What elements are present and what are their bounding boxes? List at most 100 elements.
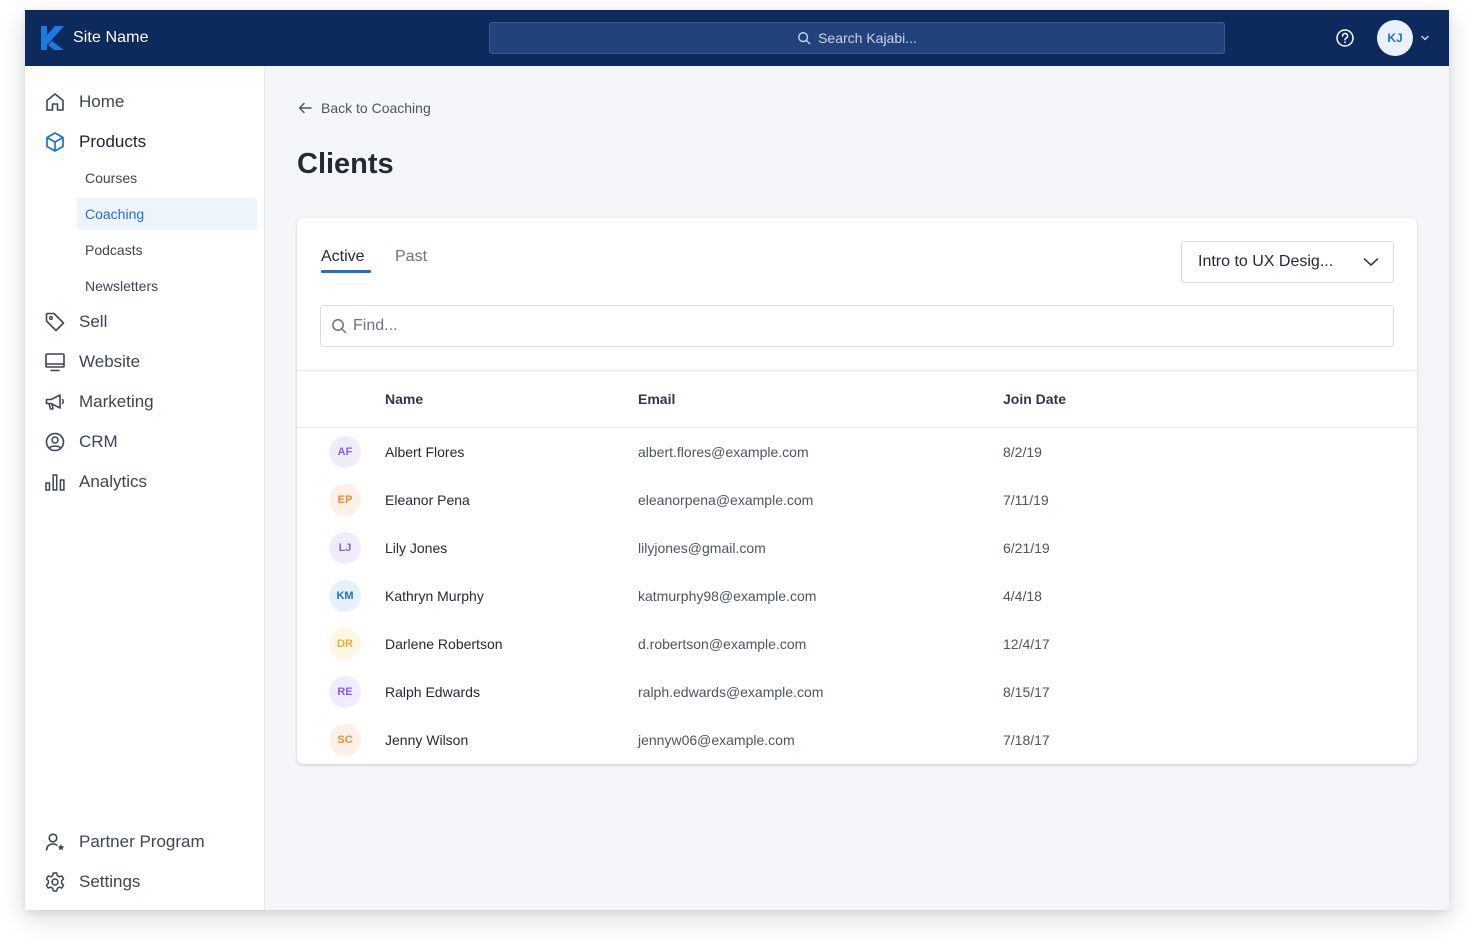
clients-card: Active Past Intro to UX Desig... Name Em… — [297, 218, 1417, 764]
megaphone-icon — [45, 394, 65, 410]
sidebar-item-label: Partner Program — [79, 832, 205, 851]
sidebar-item-sell[interactable]: Sell — [41, 306, 249, 338]
client-email: katmurphy98@example.com — [638, 588, 817, 604]
avatar: SC — [329, 724, 361, 756]
table-row[interactable]: SC Jenny Wilson jennyw06@example.com 7/18/1… — [297, 716, 1417, 764]
product-select-value: Intro to UX Desig... — [1198, 253, 1334, 270]
sidebar-subitem-newsletters[interactable]: Newsletters — [77, 270, 257, 302]
sidebar-item-settings[interactable]: Settings — [41, 866, 249, 898]
client-join-date: 12/4/17 — [1003, 636, 1050, 652]
search-icon — [798, 32, 811, 45]
chevron-down-icon — [1363, 258, 1379, 266]
avatar: EP — [329, 484, 361, 516]
back-link-label: Back to Coaching — [321, 100, 431, 116]
client-email: d.robertson@example.com — [638, 636, 807, 652]
home-icon — [46, 93, 64, 111]
monitor-icon — [45, 353, 65, 372]
top-bar: Site Name Search Kajabi... KJ — [25, 10, 1449, 66]
client-email: albert.flores@example.com — [638, 444, 809, 460]
box-icon — [46, 132, 64, 152]
client-join-date: 7/11/19 — [1003, 492, 1049, 508]
site-name: Site Name — [73, 29, 149, 46]
column-header-join-date[interactable]: Join Date — [1003, 391, 1066, 407]
find-field[interactable] — [320, 305, 1394, 347]
table-row[interactable]: KM Kathryn Murphy katmurphy98@example.com 4… — [297, 572, 1417, 620]
tag-icon — [45, 312, 65, 332]
client-name: Ralph Edwards — [385, 684, 480, 700]
tab-active[interactable]: Active — [321, 248, 365, 266]
table-row[interactable]: LJ Lily Jones lilyjones@gmail.com 6/21/19 — [297, 524, 1417, 572]
sidebar-item-label: Website — [79, 352, 141, 371]
sidebar: Home Products Courses Coaching Podcasts … — [25, 66, 265, 910]
sidebar-item-partner-program[interactable]: Partner Program — [41, 826, 249, 858]
client-join-date: 4/4/18 — [1003, 588, 1042, 604]
user-star-icon — [45, 833, 65, 851]
table-row[interactable]: EP Eleanor Pena eleanorpena@example.com 7/1… — [297, 476, 1417, 524]
avatar: RE — [329, 676, 361, 708]
global-search-placeholder: Search Kajabi... — [818, 30, 917, 46]
avatar: LJ — [329, 532, 361, 564]
table-row[interactable]: AF Albert Flores albert.flores@example.com… — [297, 428, 1417, 476]
sidebar-subitem-label: Podcasts — [85, 242, 143, 258]
client-name: Jenny Wilson — [385, 732, 469, 748]
avatar: DR — [329, 628, 361, 660]
kajabi-logo-icon — [41, 26, 64, 50]
client-name: Eleanor Pena — [385, 492, 470, 508]
client-email: jennyw06@example.com — [638, 732, 795, 748]
bar-chart-icon — [45, 474, 65, 491]
table-row[interactable]: DR Darlene Robertson d.robertson@example.c… — [297, 620, 1417, 668]
active-tab-indicator — [321, 270, 371, 273]
sidebar-subitem-coaching[interactable]: Coaching — [77, 198, 257, 230]
sidebar-item-website[interactable]: Website — [41, 346, 249, 378]
app-window: Site Name Search Kajabi... KJ Home Produ… — [25, 10, 1449, 910]
sidebar-subitem-courses[interactable]: Courses — [77, 162, 257, 194]
client-name: Lily Jones — [385, 540, 448, 556]
client-email: ralph.edwards@example.com — [638, 684, 824, 700]
sidebar-subitem-label: Coaching — [85, 206, 145, 222]
sidebar-item-label: Analytics — [79, 472, 148, 491]
client-name: Darlene Robertson — [385, 636, 503, 652]
back-to-coaching-link[interactable]: Back to Coaching — [297, 100, 431, 116]
avatar: AF — [329, 436, 361, 468]
brand[interactable]: Site Name — [41, 26, 149, 50]
sidebar-subitem-podcasts[interactable]: Podcasts — [77, 234, 257, 266]
gear-icon — [45, 872, 65, 892]
sidebar-item-label: Marketing — [79, 392, 154, 411]
sidebar-item-label: Settings — [79, 872, 141, 891]
client-join-date: 6/21/19 — [1003, 540, 1050, 556]
client-email: eleanorpena@example.com — [638, 492, 814, 508]
arrow-left-icon — [298, 102, 312, 114]
client-name: Albert Flores — [385, 444, 465, 460]
find-input[interactable] — [353, 317, 1373, 335]
sidebar-item-analytics[interactable]: Analytics — [41, 466, 249, 498]
sidebar-item-marketing[interactable]: Marketing — [41, 386, 249, 418]
sidebar-item-label: Sell — [79, 312, 108, 331]
client-join-date: 8/15/17 — [1003, 684, 1050, 700]
sidebar-item-label: Home — [79, 92, 125, 111]
chevron-down-icon[interactable] — [1420, 34, 1430, 42]
sidebar-item-products[interactable]: Products — [41, 126, 249, 158]
sidebar-subitem-label: Courses — [85, 170, 138, 186]
column-header-name[interactable]: Name — [385, 391, 423, 407]
client-email: lilyjones@gmail.com — [638, 540, 766, 556]
table-top-divider — [297, 370, 1417, 371]
tab-past[interactable]: Past — [395, 248, 427, 266]
search-icon — [332, 319, 347, 334]
sidebar-item-home[interactable]: Home — [41, 86, 249, 118]
sidebar-subitem-label: Newsletters — [85, 278, 159, 294]
client-name: Kathryn Murphy — [385, 588, 484, 604]
user-circle-icon — [45, 432, 65, 452]
sidebar-item-label: CRM — [79, 432, 118, 451]
sidebar-item-label: Products — [79, 132, 147, 151]
client-join-date: 7/18/17 — [1003, 732, 1050, 748]
table-row[interactable]: RE Ralph Edwards ralph.edwards@example.com… — [297, 668, 1417, 716]
help-icon[interactable] — [1334, 27, 1356, 49]
sidebar-item-crm[interactable]: CRM — [41, 426, 249, 458]
user-avatar[interactable]: KJ — [1377, 20, 1413, 56]
avatar: KM — [329, 580, 361, 612]
global-search-input[interactable]: Search Kajabi... — [489, 22, 1225, 54]
column-header-email[interactable]: Email — [638, 391, 675, 407]
product-select[interactable]: Intro to UX Desig... — [1181, 241, 1394, 283]
page-title: Clients — [297, 148, 394, 180]
client-join-date: 8/2/19 — [1003, 444, 1042, 460]
